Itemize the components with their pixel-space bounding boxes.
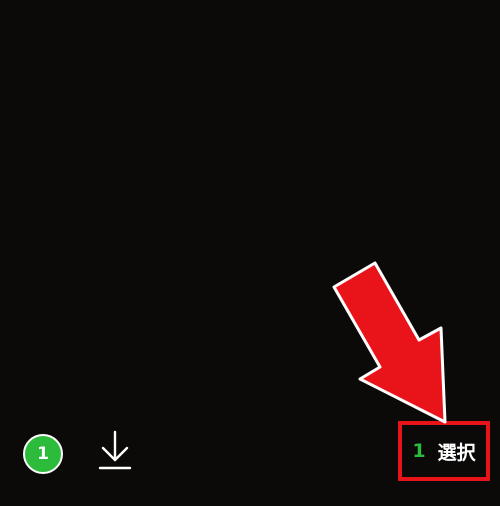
select-label: 選択 — [437, 441, 476, 464]
select-button[interactable]: 1 選択 — [398, 421, 490, 481]
select-count: 1 — [412, 440, 426, 462]
selected-count-badge[interactable]: 1 — [23, 434, 63, 474]
download-icon[interactable] — [98, 430, 132, 472]
media-preview-area[interactable] — [0, 0, 500, 420]
photo-viewer-screen: 1 1 選択 — [0, 0, 500, 506]
